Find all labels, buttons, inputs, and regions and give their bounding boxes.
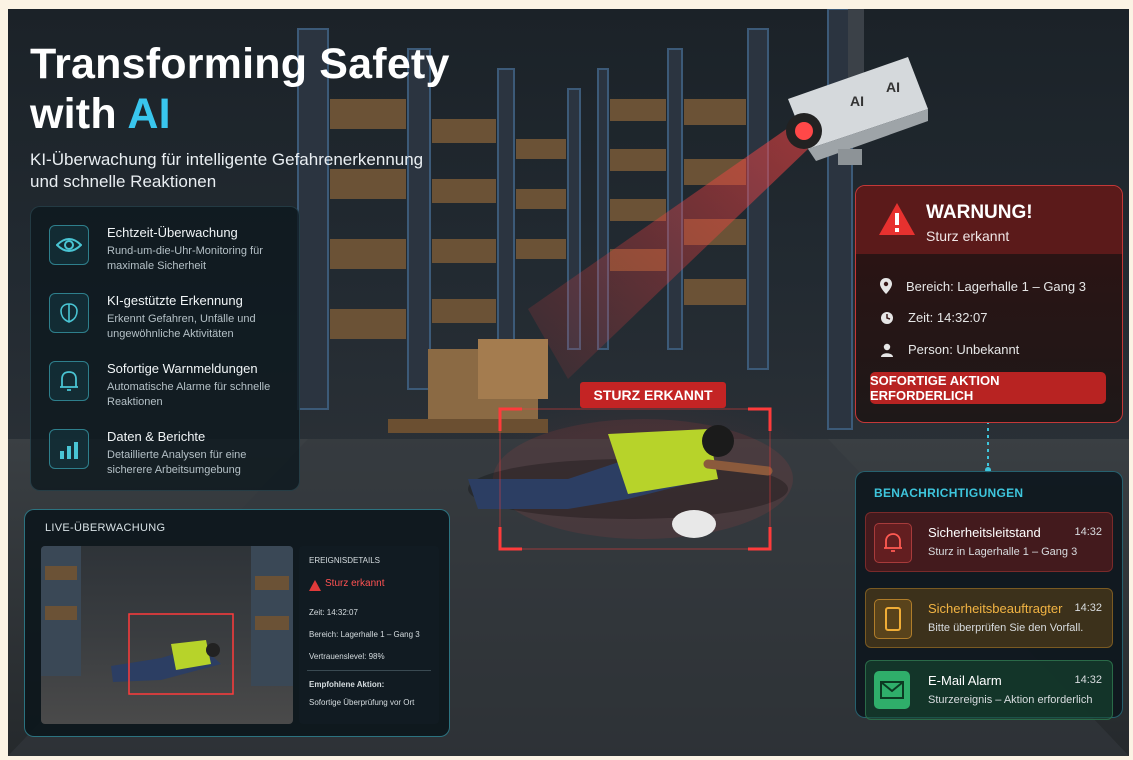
divider (307, 670, 431, 671)
event-time: Zeit: 14:32:07 (309, 608, 358, 617)
notification-message: Sturz in Lagerhalle 1 – Gang 3 (928, 546, 1078, 558)
warning-time-row: Zeit: 14:32:07 (880, 310, 988, 325)
page-title: Transforming Safety with AI (30, 39, 450, 139)
warning-icon (309, 578, 321, 596)
features-panel: Echtzeit-Überwachung Rund-um-die-Uhr-Mon… (30, 206, 300, 491)
warning-area: Bereich: Lagerhalle 1 – Gang 3 (906, 278, 1086, 294)
hero-scene: AI AI Transforming Safety with AI KI-Übe… (8, 9, 1129, 756)
title-line-2: with AI (30, 89, 450, 139)
notifications-header: BENACHRICHTIGUNGEN (874, 486, 1024, 500)
event-header: EREIGNISDETAILS (309, 556, 380, 565)
fall-detected-label: STURZ ERKANNT (580, 382, 726, 408)
immediate-action-button[interactable]: SOFORTIGE AKTION ERFORDERLICH (870, 372, 1106, 404)
brain-chip-icon (49, 293, 89, 333)
notification-message: Sturzereignis – Aktion erforderlich (928, 694, 1093, 706)
live-monitoring-panel: LIVE-ÜBERWACHUNG EREIGNISDETAILS Sturz e… (24, 509, 450, 737)
notification-message: Bitte überprüfen Sie den Vorfall. (928, 622, 1084, 634)
security-camera (786, 9, 928, 165)
notification-title: Sicherheitsleitstand (928, 525, 1041, 540)
warning-subtitle: Sturz erkannt (926, 228, 1010, 244)
page-subtitle: KI-Überwachung für intelligente Gefahren… (30, 150, 424, 191)
mail-icon (874, 671, 910, 709)
eye-icon (49, 225, 89, 265)
feature-title: KI-gestützte Erkennung (107, 293, 243, 308)
feature-desc: Erkennt Gefahren, Unfälle und ungewöhnli… (107, 313, 256, 340)
feature-item: Echtzeit-Überwachung Rund-um-die-Uhr-Mon… (41, 213, 291, 275)
warning-person: Person: Unbekannt (908, 342, 1020, 357)
event-confidence: Vertrauenslevel: 98% (309, 652, 385, 661)
phone-icon (874, 599, 912, 639)
notification-time: 14:32 (1074, 674, 1102, 686)
feature-desc: Rund-um-die-Uhr-Monitoring für maximale … (107, 245, 263, 272)
event-action-text: Sofortige Überprüfung vor Ort (309, 698, 415, 707)
event-action-label: Empfohlene Aktion: (309, 680, 385, 689)
notifications-panel: BENACHRICHTIGUNGEN Sicherheitsleitstand … (855, 471, 1123, 720)
camera-label-left: AI (850, 93, 864, 109)
notification-card[interactable]: E-Mail Alarm Sturzereignis – Aktion erfo… (865, 660, 1113, 720)
feature-item: KI-gestützte Erkennung Erkennt Gefahren,… (41, 281, 291, 343)
notification-time: 14:32 (1074, 602, 1102, 614)
feature-title: Echtzeit-Überwachung (107, 225, 238, 240)
warning-area-row: Bereich: Lagerhalle 1 – Gang 3 (880, 278, 1086, 294)
notification-title: E-Mail Alarm (928, 673, 1002, 688)
live-camera-feed[interactable] (41, 546, 293, 724)
feature-desc: Detaillierte Analysen für eine sicherere… (107, 449, 247, 476)
title-line-1: Transforming Safety (30, 40, 450, 88)
bell-icon (49, 361, 89, 401)
notification-card[interactable]: Sicherheitsleitstand Sturz in Lagerhalle… (865, 512, 1113, 572)
notification-time: 14:32 (1074, 526, 1102, 538)
clock-icon (881, 311, 893, 324)
event-area: Bereich: Lagerhalle 1 – Gang 3 (309, 630, 420, 639)
feature-title: Daten & Berichte (107, 429, 206, 444)
feature-item: Sofortige Warnmeldungen Automatische Ala… (41, 349, 291, 411)
warning-time: Zeit: 14:32:07 (908, 310, 988, 325)
warning-title: WARNUNG! (926, 202, 1033, 223)
location-pin-icon (880, 278, 892, 294)
notification-card[interactable]: Sicherheitsbeauftragter Bitte überprüfen… (865, 588, 1113, 648)
feature-title: Sofortige Warnmeldungen (107, 361, 258, 376)
person-icon (881, 343, 893, 357)
event-details: EREIGNISDETAILS Sturz erkannt Zeit: 14:3… (299, 546, 439, 724)
bell-icon (874, 523, 912, 563)
notification-title: Sicherheitsbeauftragter (928, 601, 1063, 616)
feature-desc: Automatische Alarme für schnelle Reaktio… (107, 381, 271, 408)
warning-panel: WARNUNG! Sturz erkannt Bereich: Lagerhal… (855, 185, 1123, 423)
event-title: Sturz erkannt (325, 578, 385, 589)
warning-header: WARNUNG! Sturz erkannt (856, 186, 1122, 254)
alert-triangle-icon (878, 202, 916, 241)
feature-item: Daten & Berichte Detaillierte Analysen f… (41, 417, 291, 479)
chart-icon (49, 429, 89, 469)
title-ai: AI (127, 90, 171, 138)
title-with: with (30, 90, 128, 138)
warning-person-row: Person: Unbekannt (880, 342, 1019, 357)
live-header: LIVE-ÜBERWACHUNG (45, 522, 166, 534)
camera-label-right: AI (886, 79, 900, 95)
